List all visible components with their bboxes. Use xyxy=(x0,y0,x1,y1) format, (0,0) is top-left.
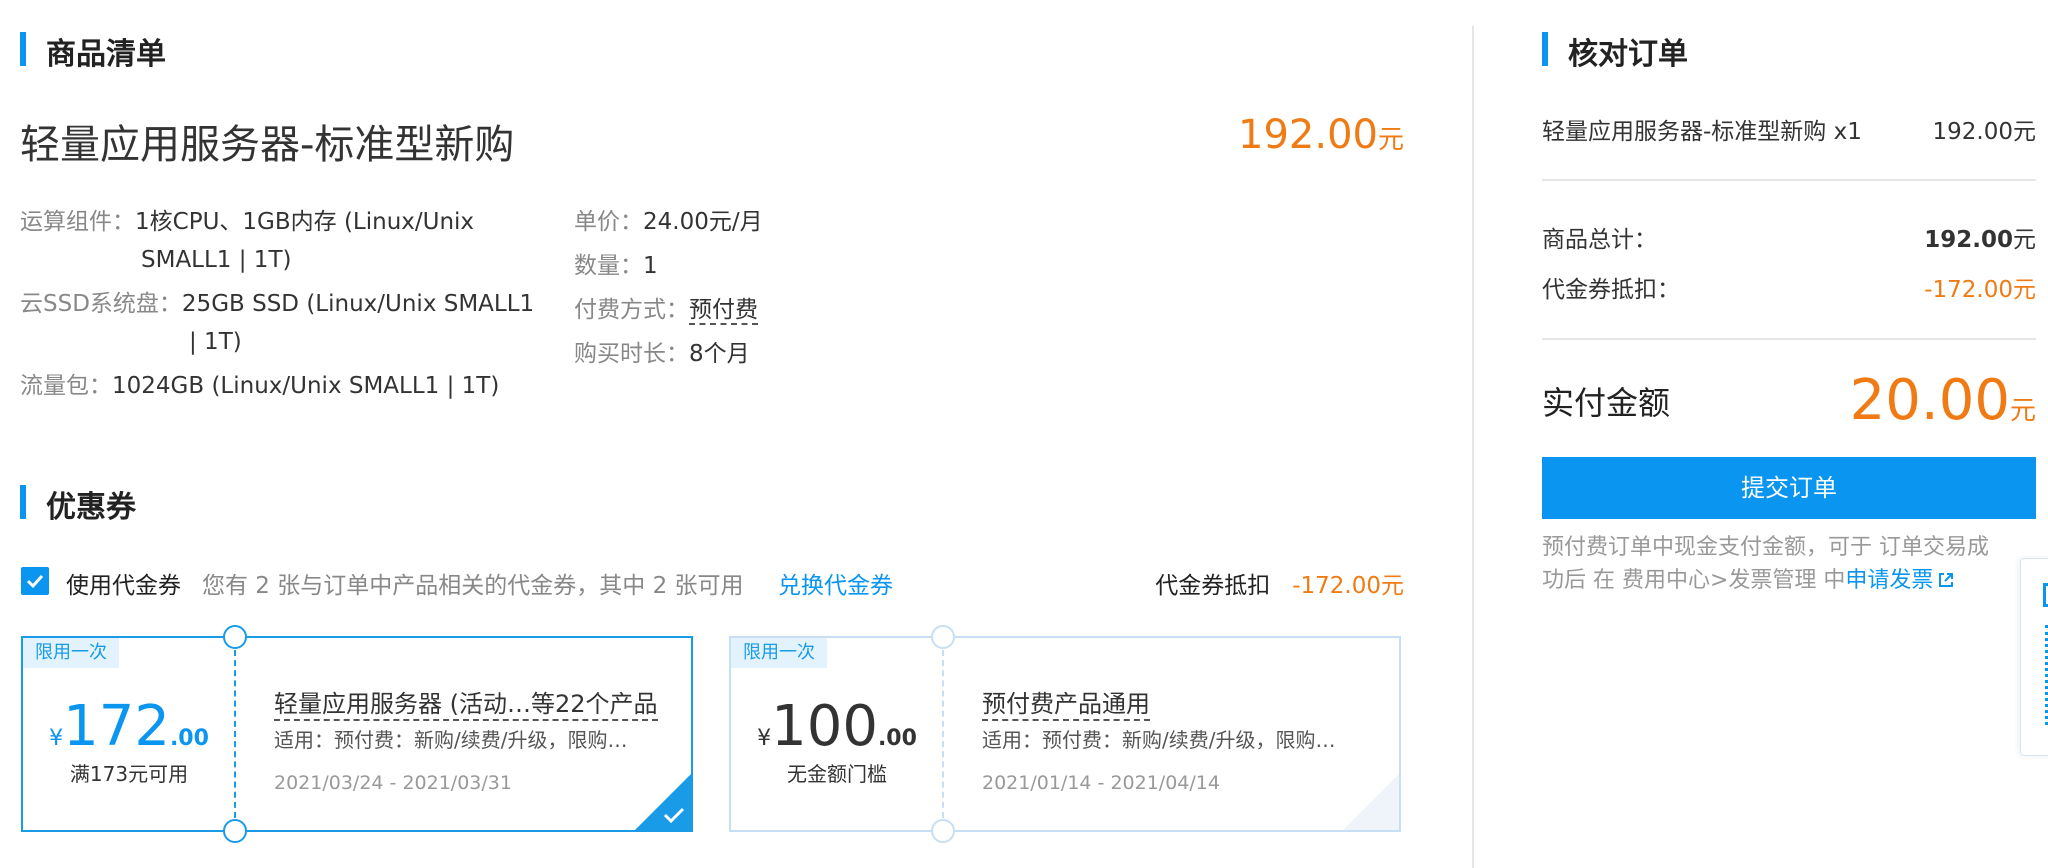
section-accent-bar xyxy=(20,485,26,519)
spec-ssd: 云SSD系统盘：25GB SSD (Linux/Unix SMALL1 xyxy=(20,285,534,323)
coupon-name[interactable]: 轻量应用服务器 (活动…等22个产品 xyxy=(274,684,658,721)
order-divider xyxy=(1542,338,2036,340)
spec-label: 购买时长： xyxy=(574,341,689,367)
amount-dec: .00 xyxy=(877,726,917,751)
coupon-deduct-label: 代金券抵扣 xyxy=(1155,573,1271,599)
pay-amount-unit: 元 xyxy=(2009,396,2036,426)
coupon-deduct-value: -172.00元 xyxy=(1292,573,1404,599)
product-price-unit: 元 xyxy=(1377,125,1404,155)
spec-label: 付费方式： xyxy=(574,297,689,323)
check-icon xyxy=(663,807,685,824)
product-price-value: 192.00 xyxy=(1238,112,1378,158)
pay-amount-value: 20.00 xyxy=(1849,368,2010,433)
spec-compute: 运算组件：1核CPU、1GB内存 (Linux/Unix xyxy=(20,203,474,241)
invoice-note: 预付费订单中现金支付金额，可于 订单交易成 功后 在 费用中心>发票管理 中申请… xyxy=(1542,531,2042,597)
order-divider xyxy=(1542,179,2036,181)
check-icon xyxy=(26,574,44,589)
spec-label: 运算组件： xyxy=(20,209,135,235)
pay-label: 实付金额 xyxy=(1542,384,1671,422)
pay-amount: 20.00元 xyxy=(1850,368,2036,433)
order-line-price: 192.00元 xyxy=(1932,119,2036,145)
floating-side-widget[interactable] xyxy=(2020,558,2048,756)
submit-order-button[interactable]: 提交订单 xyxy=(1542,457,2036,519)
product-name: 轻量应用服务器-标准型新购 xyxy=(20,122,515,168)
coupon-amount: ¥100.00 xyxy=(731,694,943,759)
spec-value: 24.00元/月 xyxy=(643,209,763,235)
coupon-notch xyxy=(223,625,247,649)
coupon-info: 您有 2 张与订单中产品相关的代金券，其中 2 张可用 xyxy=(202,573,744,599)
pay-method-value[interactable]: 预付费 xyxy=(689,297,758,325)
section-title-check-order: 核对订单 xyxy=(1568,37,1688,72)
unselected-corner xyxy=(1343,774,1399,830)
coupon-card[interactable]: 限用一次 ¥100.00 无金额门槛 预付费产品通用 适用：预付费：新购/续费/… xyxy=(729,625,1401,843)
coupon-date: 2021/03/24 - 2021/03/31 xyxy=(274,772,512,794)
spec-unit-price: 单价：24.00元/月 xyxy=(574,203,763,241)
total-unit: 元 xyxy=(2013,227,2036,253)
coupon-tag: 限用一次 xyxy=(23,638,119,668)
use-coupon-checkbox[interactable] xyxy=(21,567,49,595)
coupon-desc: 适用：预付费：新购/续费/升级，限购… xyxy=(982,728,1336,752)
panel-divider xyxy=(1472,26,1474,868)
coupon-card[interactable]: 限用一次 ¥172.00 满173元可用 轻量应用服务器 (活动…等22个产品 … xyxy=(21,625,693,843)
coupon-notch xyxy=(931,819,955,843)
spec-label: 单价： xyxy=(574,209,643,235)
total-value: 192.00元 xyxy=(1924,220,2036,254)
amount-int: 172 xyxy=(63,694,170,759)
spec-value: 25GB SSD (Linux/Unix SMALL1 xyxy=(181,291,535,317)
apply-invoice-link[interactable]: 申请发票 xyxy=(1845,568,1933,593)
coupon-name[interactable]: 预付费产品通用 xyxy=(982,684,1150,721)
coupon-condition: 无金额门槛 xyxy=(787,762,887,786)
spec-duration: 购买时长：8个月 xyxy=(574,335,750,373)
invoice-note-line1: 预付费订单中现金支付金额，可于 订单交易成 xyxy=(1542,535,1989,560)
coupon-notch xyxy=(223,819,247,843)
spec-value: 8个月 xyxy=(689,341,750,367)
spec-label: 流量包： xyxy=(20,373,112,399)
total-label: 商品总计： xyxy=(1542,227,1657,253)
coupon-notch xyxy=(931,625,955,649)
section-title-product-list: 商品清单 xyxy=(46,37,166,72)
coupon-deduct: 代金券抵扣 -172.00元 xyxy=(1155,566,1404,600)
spec-quantity: 数量：1 xyxy=(574,247,658,285)
amount-int: 100 xyxy=(771,694,878,759)
currency-symbol: ¥ xyxy=(757,726,772,751)
use-coupon-label[interactable]: 使用代金券 xyxy=(66,566,181,600)
section-accent-bar xyxy=(1542,32,1548,66)
coupon-desc: 适用：预付费：新购/续费/升级，限购… xyxy=(274,728,628,752)
section-accent-bar xyxy=(20,32,26,66)
coupon-deduct-value: -172.00元 xyxy=(1924,277,2036,303)
coupon-deduct-label: 代金券抵扣： xyxy=(1542,277,1680,303)
order-line-name: 轻量应用服务器-标准型新购 x1 xyxy=(1542,119,1862,145)
spec-pay-method: 付费方式：预付费 xyxy=(574,291,758,329)
coupon-tag: 限用一次 xyxy=(731,638,827,668)
currency-symbol: ¥ xyxy=(49,726,64,751)
section-title-coupons: 优惠券 xyxy=(46,490,136,525)
widget-icon xyxy=(2043,583,2048,607)
product-price: 192.00元 xyxy=(1238,112,1404,158)
coupon-condition: 满173元可用 xyxy=(69,762,189,786)
spec-value: 1核CPU、1GB内存 (Linux/Unix xyxy=(135,209,475,235)
spec-traffic: 流量包：1024GB (Linux/Unix SMALL1 | 1T) xyxy=(20,367,499,405)
spec-value: 1 xyxy=(643,253,658,279)
total-amount: 192.00 xyxy=(1924,227,2013,253)
external-link-icon[interactable] xyxy=(1937,571,1955,589)
coupon-amount: ¥172.00 xyxy=(23,694,235,759)
spec-value-cont: SMALL1 | 1T) xyxy=(141,247,292,273)
amount-dec: .00 xyxy=(169,726,209,751)
exchange-coupon-link[interactable]: 兑换代金券 xyxy=(778,566,893,600)
spec-label: 云SSD系统盘： xyxy=(20,291,182,317)
invoice-note-line2: 功后 在 费用中心>发票管理 中 xyxy=(1542,568,1846,593)
coupon-date: 2021/01/14 - 2021/04/14 xyxy=(982,772,1220,794)
spec-label: 数量： xyxy=(574,253,643,279)
spec-value: 1024GB (Linux/Unix SMALL1 | 1T) xyxy=(112,373,500,399)
spec-value-cont: | 1T) xyxy=(189,329,242,355)
